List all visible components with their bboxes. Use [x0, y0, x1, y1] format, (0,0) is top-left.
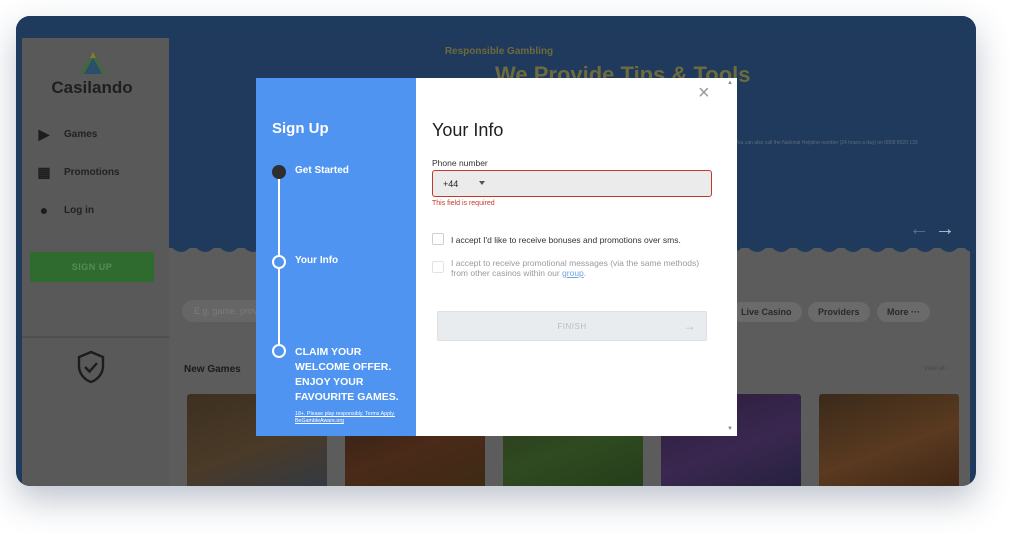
- logo-mark-icon: [80, 52, 106, 74]
- view-all-link[interactable]: View all ›: [924, 366, 948, 372]
- finish-button[interactable]: FINISH →: [437, 311, 707, 341]
- pill-live-casino[interactable]: Live Casino: [731, 302, 802, 322]
- step-get-started: Get Started: [295, 165, 349, 176]
- sidebar-item-label: Games: [64, 128, 98, 140]
- chevron-down-icon[interactable]: [479, 181, 485, 185]
- phone-input[interactable]: [495, 174, 705, 194]
- terms-link[interactable]: 18+. Please play responsibly. Terms Appl…: [295, 411, 405, 425]
- new-games-title: New Games: [184, 364, 241, 375]
- user-icon: ●: [39, 202, 49, 218]
- sidebar-item-games[interactable]: ▶ Games: [36, 124, 98, 144]
- site-logo[interactable]: Casilando: [22, 78, 162, 98]
- group-link[interactable]: group: [562, 268, 584, 278]
- phone-field: +44: [432, 170, 712, 197]
- pill-more[interactable]: More ···: [877, 302, 930, 322]
- game-tile[interactable]: [819, 394, 959, 486]
- site-sidebar: Casilando ▶ Games ▦ Promotions ● Log in …: [22, 38, 169, 486]
- hero-helpline-text: You can also call the National Helpline …: [735, 140, 918, 146]
- sidebar-item-label: Promotions: [64, 166, 120, 178]
- sidebar-item-promotions[interactable]: ▦ Promotions: [36, 162, 120, 182]
- sidebar-item-label: Log in: [64, 204, 94, 216]
- step-dot: [272, 255, 286, 269]
- close-icon[interactable]: ×: [698, 83, 710, 103]
- country-code-select[interactable]: +44: [443, 179, 458, 189]
- hero-kicker: Responsible Gambling: [444, 46, 554, 57]
- sms-consent-checkbox[interactable]: [432, 233, 444, 245]
- group-consent-label: I accept to receive promotional messages…: [451, 258, 713, 278]
- signup-title: Sign Up: [272, 120, 329, 137]
- group-consent-checkbox[interactable]: [432, 261, 444, 273]
- welcome-offer-text: CLAIM YOUR WELCOME OFFER. ENJOY YOUR FAV…: [295, 346, 399, 403]
- pill-providers[interactable]: Providers: [808, 302, 870, 322]
- view-all-label: View all: [924, 366, 945, 372]
- phone-error-text: This field is required: [432, 200, 495, 207]
- frame-top-bar: [16, 16, 976, 38]
- arrow-left-icon[interactable]: ←: [909, 218, 935, 240]
- sidebar-item-login[interactable]: ● Log in: [36, 200, 94, 220]
- form-title: Your Info: [432, 120, 504, 140]
- scroll-up-icon[interactable]: ▲: [727, 80, 733, 86]
- shield-check-icon: [77, 350, 105, 384]
- hero-carousel-arrows: ←→: [909, 218, 961, 241]
- gift-icon: ▦: [37, 163, 51, 180]
- sidebar-signup-button[interactable]: SIGN UP: [30, 252, 154, 282]
- play-icon: ▶: [38, 125, 50, 142]
- arrow-right-icon: →: [683, 319, 696, 333]
- phone-label: Phone number: [432, 158, 488, 168]
- group-consent-tail: .: [583, 268, 587, 278]
- sidebar-divider: [22, 336, 169, 338]
- scroll-down-icon[interactable]: ▼: [727, 426, 733, 432]
- arrow-right-icon[interactable]: →: [935, 218, 961, 240]
- step-dot-active: [272, 165, 286, 179]
- sms-consent-label: I accept I'd like to receive bonuses and…: [451, 235, 681, 245]
- step-your-info: Your Info: [295, 255, 339, 266]
- step-dot: [272, 344, 286, 358]
- finish-label: FINISH: [557, 321, 587, 331]
